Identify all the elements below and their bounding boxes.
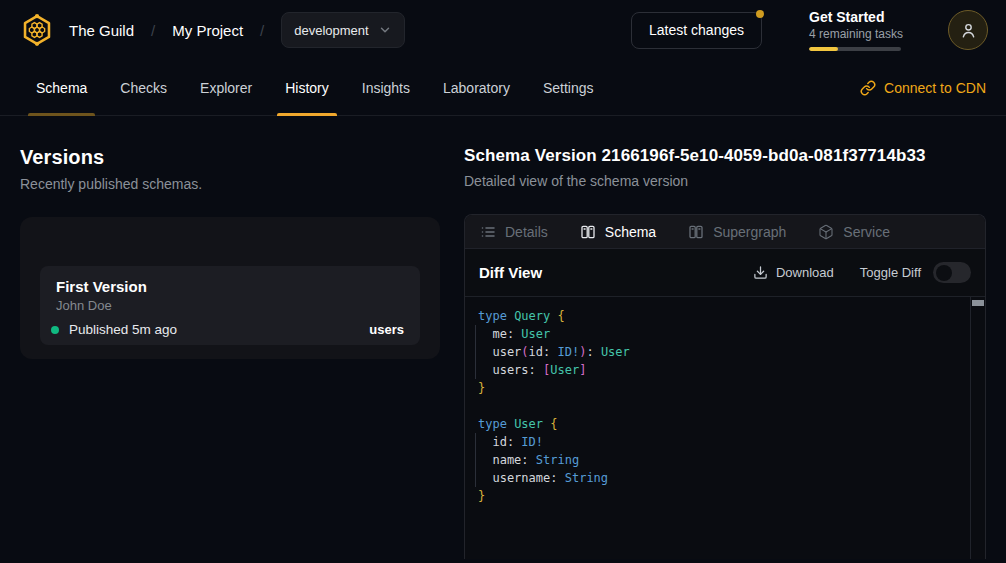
versions-title: Versions: [20, 146, 440, 169]
hive-logo-icon[interactable]: [20, 13, 54, 47]
breadcrumb: The Guild / My Project / development: [69, 12, 405, 48]
tab-insights[interactable]: Insights: [354, 60, 418, 115]
versions-subtitle: Recently published schemas.: [20, 176, 440, 192]
get-started-widget[interactable]: Get Started 4 remaining tasks: [809, 9, 901, 51]
schema-code-viewer: type Query { me: User user(id: ID!): Use…: [465, 297, 985, 559]
indent-guide: [475, 433, 476, 487]
code-line: type Query {: [478, 307, 972, 325]
toggle-diff-switch[interactable]: [933, 262, 971, 283]
project-name[interactable]: My Project: [172, 22, 243, 39]
org-name[interactable]: The Guild: [69, 22, 134, 39]
scrollbar[interactable]: [970, 297, 985, 559]
main-content: Versions Recently published schemas. Fir…: [0, 116, 1006, 559]
user-avatar[interactable]: [948, 10, 988, 50]
code-line: }: [478, 379, 972, 397]
code-line: id: ID!: [478, 433, 972, 451]
schema-card: Details Schema Supergraph Service: [464, 214, 986, 559]
breadcrumb-separator: /: [151, 22, 155, 39]
get-started-progressbar: [809, 47, 901, 51]
connect-cdn-link[interactable]: Connect to CDN: [860, 60, 986, 115]
tab-supergraph[interactable]: Supergraph: [688, 224, 786, 240]
code-line: }: [478, 487, 972, 505]
detail-tabs: Details Schema Supergraph Service: [465, 215, 985, 249]
columns-icon: [580, 224, 596, 240]
diff-toolbar: Diff View Download Toggle Diff: [465, 249, 985, 297]
tab-schema[interactable]: Schema: [28, 60, 95, 115]
cube-icon: [818, 224, 834, 240]
tab-service[interactable]: Service: [818, 224, 890, 240]
diff-view-title: Diff View: [479, 264, 542, 281]
project-nav: Schema Checks Explorer History Insights …: [0, 60, 1006, 116]
code-line: me: User: [478, 325, 972, 343]
code-line: users: [User]: [478, 361, 972, 379]
detail-subtitle: Detailed view of the schema version: [464, 173, 986, 189]
notification-dot: [756, 10, 764, 18]
version-author: John Doe: [56, 298, 404, 313]
columns-icon: [688, 224, 704, 240]
breadcrumb-separator: /: [260, 22, 264, 39]
code-block[interactable]: type Query { me: User user(id: ID!): Use…: [465, 297, 985, 515]
get-started-title: Get Started: [809, 9, 901, 25]
scrollbar-thumb[interactable]: [972, 300, 984, 306]
chevron-down-icon: [378, 23, 392, 37]
version-status: Published 5m ago: [69, 322, 177, 337]
person-icon: [959, 21, 978, 40]
environment-value: development: [294, 23, 368, 38]
download-button[interactable]: Download: [753, 265, 834, 280]
environment-selector[interactable]: development: [281, 12, 404, 48]
toggle-diff-label: Toggle Diff: [860, 265, 921, 280]
header-actions: Latest changes Get Started 4 remaining t…: [631, 9, 988, 51]
versions-list: First Version John Doe Published 5m ago …: [20, 217, 440, 359]
version-item[interactable]: First Version John Doe Published 5m ago …: [40, 266, 420, 345]
code-line: user(id: ID!): User: [478, 343, 972, 361]
code-line: [478, 397, 972, 415]
detail-title: Schema Version 2166196f-5e10-4059-bd0a-0…: [464, 146, 986, 166]
tab-checks[interactable]: Checks: [112, 60, 175, 115]
tab-details[interactable]: Details: [480, 224, 548, 240]
progress-fill: [809, 47, 838, 51]
code-line: username: String: [478, 469, 972, 487]
tab-laboratory[interactable]: Laboratory: [435, 60, 518, 115]
tab-explorer[interactable]: Explorer: [192, 60, 260, 115]
version-detail-panel: Schema Version 2166196f-5e10-4059-bd0a-0…: [464, 146, 986, 559]
latest-changes-button[interactable]: Latest changes: [631, 12, 762, 49]
tab-settings[interactable]: Settings: [535, 60, 602, 115]
service-name: users: [369, 322, 404, 337]
versions-panel: Versions Recently published schemas. Fir…: [20, 146, 440, 559]
link-icon: [860, 80, 876, 96]
code-line: type User {: [478, 415, 972, 433]
published-dot: [51, 326, 59, 334]
indent-guide: [475, 325, 476, 379]
top-header: The Guild / My Project / development Lat…: [0, 0, 1006, 60]
project-tabs: Schema Checks Explorer History Insights …: [28, 60, 602, 115]
get-started-subtitle: 4 remaining tasks: [809, 27, 901, 41]
app: The Guild / My Project / development Lat…: [0, 0, 1006, 563]
code-line: name: String: [478, 451, 972, 469]
list-icon: [480, 224, 496, 240]
tab-schema-view[interactable]: Schema: [580, 224, 656, 240]
version-name: First Version: [56, 278, 404, 295]
download-icon: [753, 265, 768, 280]
tab-history[interactable]: History: [277, 60, 337, 115]
